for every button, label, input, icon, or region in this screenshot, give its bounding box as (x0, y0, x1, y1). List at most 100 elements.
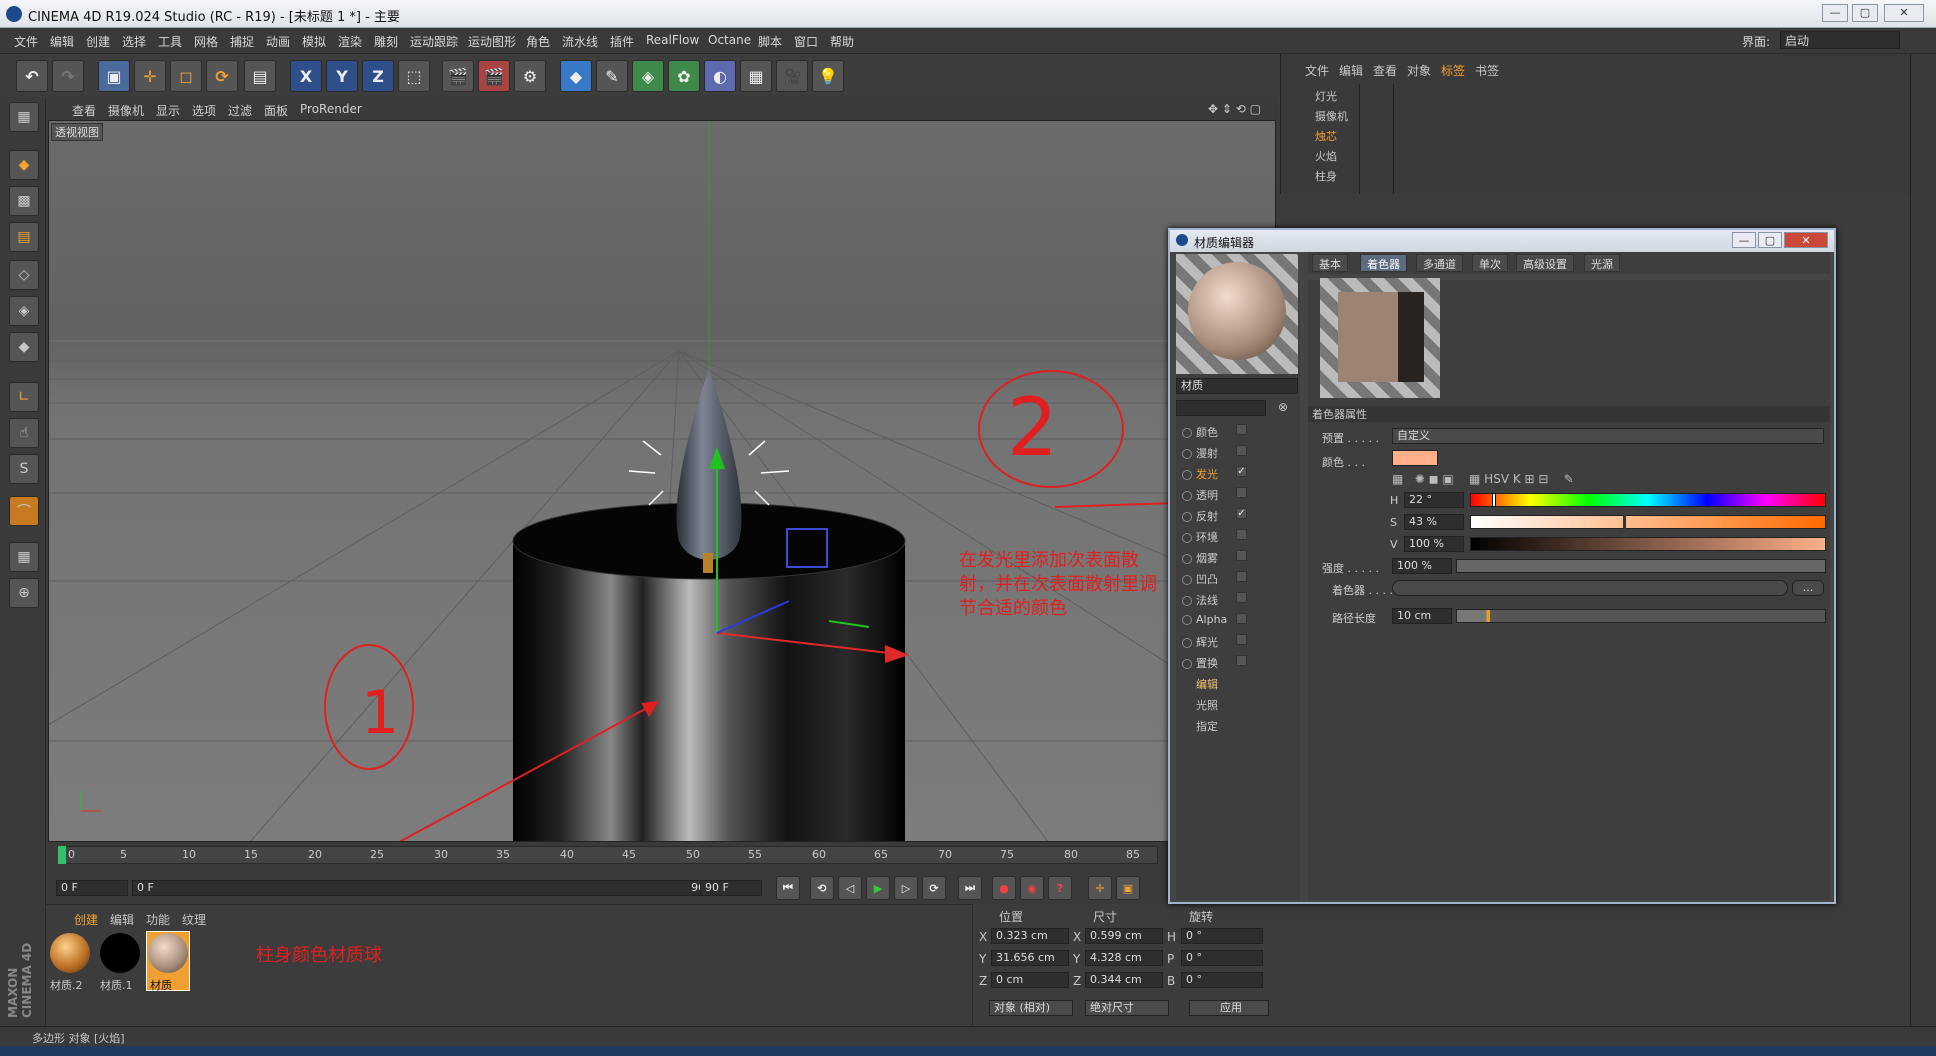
channel-environment[interactable]: 环境 (1182, 529, 1282, 545)
viewport-menu-item[interactable]: 显示 (156, 102, 180, 119)
strength-slider[interactable] (1456, 559, 1826, 573)
camera-icon[interactable]: 🎥 (776, 60, 808, 92)
workplane-mode-icon[interactable]: ▤ (9, 222, 39, 252)
rotation-p-field[interactable]: 0 ° (1181, 950, 1263, 966)
menu-item[interactable]: 脚本 (758, 33, 782, 50)
lock-workplane-icon[interactable]: ⊕ (9, 578, 39, 608)
color-picker-mode-icon[interactable]: ▦ ✺ ◼ ▣ ▦ HSV K ⊞ ⊟ ✎ (1392, 472, 1574, 486)
y-axis-icon[interactable]: Y (326, 60, 358, 92)
close-button[interactable]: ✕ (1784, 232, 1828, 248)
redo-icon[interactable]: ↷ (52, 60, 84, 92)
menu-item[interactable]: 创建 (86, 33, 110, 50)
minimize-button[interactable]: — (1732, 232, 1756, 248)
next-frame-icon[interactable]: ▷ (894, 876, 918, 900)
maximize-button[interactable]: ▢ (1852, 4, 1878, 22)
size-mode-dropdown[interactable]: 绝对尺寸 (1085, 1000, 1169, 1016)
render-picture-viewer-icon[interactable]: 🎬 (478, 60, 510, 92)
channel-glow[interactable]: 辉光 (1182, 634, 1282, 650)
texture-mode-icon[interactable]: ▩ (9, 186, 39, 216)
menu-item[interactable]: 动画 (266, 33, 290, 50)
menu-item[interactable]: 运动图形 (468, 33, 516, 50)
hue-slider[interactable] (1470, 493, 1826, 507)
material-tab[interactable]: 编辑 (110, 911, 134, 928)
channel-alpha[interactable]: Alpha (1182, 613, 1282, 626)
menu-item[interactable]: Octane (708, 33, 751, 47)
go-to-start-icon[interactable]: ⏮ (776, 876, 800, 900)
previous-key-icon[interactable]: ⟲ (810, 876, 834, 900)
workplane-icon[interactable]: ▦ (9, 542, 39, 572)
cube-primitive-icon[interactable]: ◆ (560, 60, 592, 92)
tab-single[interactable]: 单次 (1472, 254, 1508, 272)
saturation-slider-handle[interactable] (1623, 515, 1627, 529)
end-frame-field[interactable]: 90 F (700, 880, 762, 896)
viewport-menu-item[interactable]: 查看 (72, 102, 96, 119)
perspective-viewport[interactable]: 1 2 透视视图 在发光里添加次表面散射，并在次表面散射里调节合适的颜色 (48, 120, 1276, 842)
x-axis-icon[interactable]: X (290, 60, 322, 92)
play-icon[interactable]: ▶ (866, 876, 890, 900)
tab-advanced[interactable]: 高级设置 (1516, 254, 1574, 272)
tab-shader[interactable]: 着色器 (1360, 254, 1407, 272)
pen-spline-icon[interactable]: ✎ (596, 60, 628, 92)
cloner-icon[interactable]: ✿ (668, 60, 700, 92)
hue-slider-handle[interactable] (1492, 493, 1497, 507)
tab-basic[interactable]: 基本 (1312, 254, 1348, 272)
tweak-icon[interactable]: ☝ (9, 418, 39, 448)
object-row[interactable]: 摄像机 (1315, 108, 1348, 124)
channel-transparency[interactable]: 透明 (1182, 487, 1282, 503)
scale-key-icon[interactable]: ▣ (1116, 876, 1140, 900)
maximize-button[interactable]: ▢ (1758, 232, 1782, 248)
current-frame-slider[interactable]: 0 F90 F (132, 880, 732, 896)
tab-multipass[interactable]: 多通道 (1416, 254, 1463, 272)
model-mode-icon[interactable]: ◆ (9, 150, 39, 180)
timeline-ruler[interactable]: 0 5 10 15 20 25 30 35 40 45 50 55 60 65 … (48, 842, 1168, 874)
menu-item[interactable]: 渲染 (338, 33, 362, 50)
pick-icon[interactable]: ⊗ (1278, 400, 1288, 414)
material-swatch[interactable] (100, 933, 140, 973)
viewport-menu-item[interactable]: 选项 (192, 102, 216, 119)
material-swatch[interactable] (50, 933, 90, 973)
close-button[interactable]: ✕ (1884, 4, 1924, 22)
size-y-field[interactable]: 4.328 cm (1085, 950, 1163, 966)
material-tab[interactable]: 纹理 (182, 911, 206, 928)
deformer-icon[interactable]: ◐ (704, 60, 736, 92)
channel-fog[interactable]: 烟雾 (1182, 550, 1282, 566)
material-name-field[interactable]: 材质 (1176, 378, 1298, 394)
live-selection-icon[interactable]: ▣ (98, 60, 130, 92)
move-icon[interactable]: ✛ (134, 60, 166, 92)
channel-luminance[interactable]: 发光 ✓ (1182, 466, 1282, 482)
position-key-icon[interactable]: ✛ (1088, 876, 1112, 900)
menu-item[interactable]: RealFlow (646, 33, 699, 47)
saturation-field[interactable]: 43 % (1404, 514, 1464, 530)
menu-item[interactable]: 运动跟踪 (410, 33, 458, 50)
rotation-b-field[interactable]: 0 ° (1181, 972, 1263, 988)
polygons-mode-icon[interactable]: ◆ (9, 332, 39, 362)
material-search-field[interactable] (1176, 400, 1266, 416)
position-x-field[interactable]: 0.323 cm (991, 928, 1069, 944)
record-keys-icon[interactable]: ● (992, 876, 1016, 900)
minimize-button[interactable]: — (1822, 4, 1848, 22)
keyframe-selection-icon[interactable]: ? (1048, 876, 1072, 900)
apply-button[interactable]: 应用 (1189, 1000, 1269, 1016)
floor-icon[interactable]: ▦ (740, 60, 772, 92)
tab-light-source[interactable]: 光源 (1584, 254, 1620, 272)
menu-item[interactable]: 编辑 (50, 33, 74, 50)
menu-item[interactable]: 工具 (158, 33, 182, 50)
viewport-nav-icon[interactable]: ✥ ⇕ ⟲ ▢ (1208, 102, 1261, 116)
menu-item[interactable]: 帮助 (830, 33, 854, 50)
menu-item[interactable]: 选择 (122, 33, 146, 50)
enable-axis-icon[interactable]: ∟ (9, 382, 39, 412)
menu-item[interactable]: 文件 (14, 33, 38, 50)
material-swatch-selected[interactable] (148, 933, 188, 973)
make-editable-icon[interactable]: ▦ (9, 102, 39, 132)
recent-tool-icon[interactable]: ▤ (244, 60, 276, 92)
saturation-slider[interactable] (1470, 515, 1826, 529)
object-row[interactable]: 火焰 (1315, 148, 1337, 164)
rotate-icon[interactable]: ⟳ (206, 60, 238, 92)
position-y-field[interactable]: 31.656 cm (991, 950, 1069, 966)
object-row[interactable]: 柱身 (1315, 168, 1337, 184)
value-slider[interactable] (1470, 537, 1826, 551)
editor-section-illumination[interactable]: 光照 (1196, 697, 1218, 713)
position-z-field[interactable]: 0 cm (991, 972, 1069, 988)
viewport-menu-item[interactable]: 过滤 (228, 102, 252, 119)
editor-section-assignment[interactable]: 指定 (1196, 718, 1218, 734)
